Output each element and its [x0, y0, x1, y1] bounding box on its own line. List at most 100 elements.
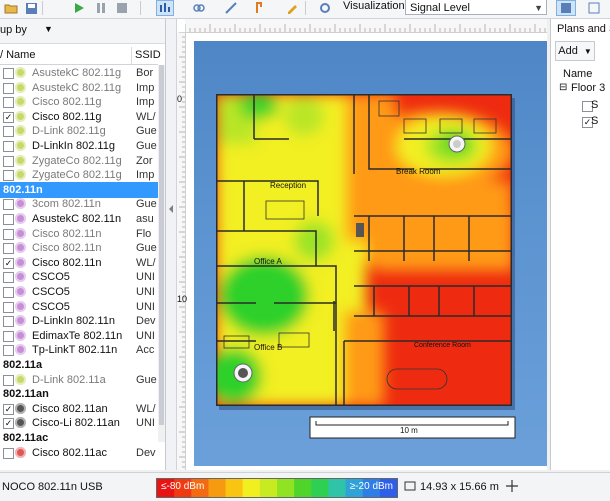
stop-icon[interactable]: [113, 0, 131, 16]
access-point-name: Cisco 802.11n: [32, 227, 102, 240]
access-point-row[interactable]: 3com 802.11n Gue: [0, 196, 158, 212]
access-point-marker-breakroom[interactable]: [448, 135, 466, 153]
visualization-select[interactable]: Signal Level ▼: [405, 0, 547, 15]
row-checkbox[interactable]: [3, 447, 14, 459]
row-checkbox[interactable]: [3, 301, 14, 313]
collapse-icon[interactable]: ⊟: [559, 82, 567, 93]
row-checkbox[interactable]: [3, 374, 14, 386]
tree-item-floor[interactable]: Floor 3: [571, 82, 605, 94]
visualization-value: Signal Level: [410, 2, 470, 14]
access-point-row[interactable]: Cisco 802.11n Gue: [0, 240, 158, 256]
crosshair-icon[interactable]: [505, 479, 519, 496]
access-point-name: D-Link 802.11a: [32, 373, 106, 386]
group-header[interactable]: 802.11an: [0, 386, 158, 402]
access-point-row[interactable]: ✓ Cisco 802.11n WL/: [0, 255, 158, 271]
access-point-row[interactable]: D-LinkIn 802.11g Gue: [0, 138, 158, 154]
row-checkbox[interactable]: [3, 287, 14, 298]
settings-icon[interactable]: [316, 0, 334, 16]
row-checkbox[interactable]: [3, 345, 14, 357]
panel-splitter[interactable]: [166, 19, 177, 470]
row-checkbox[interactable]: [3, 170, 14, 182]
row-checkbox[interactable]: [3, 126, 14, 138]
access-point-row[interactable]: ✓ Cisco 802.11g WL/: [0, 109, 158, 125]
edit-icon[interactable]: [283, 0, 301, 16]
open-folder-icon[interactable]: [2, 0, 20, 16]
access-point-icon: [15, 256, 26, 268]
access-point-row[interactable]: EdimaxTe 802.11n UNI: [0, 328, 158, 344]
access-point-row[interactable]: AsustekC 802.11g Imp: [0, 80, 158, 96]
row-checkbox[interactable]: [3, 68, 14, 79]
floor-plan-canvas[interactable]: 0 10 Reception Break Room Office A Offic…: [177, 19, 547, 470]
play-icon[interactable]: [70, 0, 88, 16]
access-point-row[interactable]: AsustekC 802.11n asu: [0, 211, 158, 227]
plan-item[interactable]: S: [591, 115, 598, 127]
row-checkbox[interactable]: ✓: [3, 418, 14, 430]
legend-band: [225, 479, 244, 497]
row-checkbox[interactable]: ✓: [3, 111, 14, 123]
access-point-marker-officeb[interactable]: [233, 363, 253, 383]
row-checkbox[interactable]: [3, 82, 14, 94]
add-button[interactable]: Add ▼: [555, 41, 595, 61]
row-checkbox[interactable]: [3, 316, 14, 328]
access-point-row[interactable]: Cisco 802.11n Flo: [0, 226, 158, 242]
access-point-row[interactable]: CSCO5 UNI: [0, 299, 158, 315]
panel-icon[interactable]: [585, 0, 603, 16]
access-point-name: 3com 802.11n: [32, 198, 101, 211]
access-point-row[interactable]: Cisco 802.11g Imp: [0, 94, 158, 110]
access-point-row[interactable]: D-Link 802.11a Gue: [0, 372, 158, 388]
access-point-row[interactable]: Cisco 802.11ac Dev: [0, 445, 158, 461]
zone-icon[interactable]: [253, 0, 271, 16]
row-checkbox[interactable]: ✓: [3, 403, 14, 415]
access-point-ssid: Acc: [136, 344, 155, 357]
access-point-icon: [15, 286, 26, 297]
row-checkbox[interactable]: [3, 141, 14, 152]
legend-band: [259, 479, 278, 497]
row-checkbox[interactable]: [3, 330, 14, 342]
row-checkbox[interactable]: [3, 228, 14, 240]
group-by-label: up by: [0, 24, 27, 36]
pause-icon[interactable]: [92, 0, 110, 16]
access-point-ssid: Gue: [136, 373, 157, 386]
access-point-row[interactable]: Tp-LinkT 802.11n Acc: [0, 342, 158, 358]
plan-item[interactable]: S: [591, 99, 598, 111]
row-checkbox[interactable]: [3, 155, 14, 167]
access-point-name: Cisco 802.11n: [32, 242, 102, 255]
access-point-row[interactable]: ZygateCo 802.11g Imp: [0, 167, 158, 183]
access-point-row[interactable]: ✓ Cisco-Li 802.11an UNI: [0, 415, 158, 431]
save-icon[interactable]: [22, 0, 40, 16]
group-header[interactable]: 802.11ac: [0, 430, 158, 446]
row-checkbox[interactable]: ✓: [3, 257, 14, 269]
row-checkbox[interactable]: [3, 272, 14, 284]
access-point-row[interactable]: D-Link 802.11g Gue: [0, 123, 158, 139]
access-point-ssid: Dev: [136, 315, 156, 328]
access-point-ssid: asu: [136, 213, 154, 225]
access-point-icon: [15, 373, 26, 385]
access-point-icon: [15, 329, 26, 341]
access-point-row[interactable]: D-LinkIn 802.11n Dev: [0, 313, 158, 329]
scrollbar-thumb[interactable]: [159, 65, 164, 425]
access-point-row[interactable]: CSCO5 UNI: [0, 284, 158, 300]
column-name-header[interactable]: / Name: [0, 49, 35, 61]
row-checkbox[interactable]: [3, 97, 14, 109]
access-point-ssid: Imp: [136, 96, 155, 109]
row-checkbox[interactable]: [3, 199, 14, 211]
access-point-name: Cisco 802.11an: [32, 402, 108, 415]
measure-icon[interactable]: [222, 0, 240, 16]
access-point-row[interactable]: AsustekC 802.11g Bor: [0, 65, 158, 81]
group-header[interactable]: 802.11a: [0, 357, 158, 373]
chevron-down-icon: ▼: [583, 47, 592, 56]
access-point-row[interactable]: ✓ Cisco 802.11an WL/: [0, 401, 158, 417]
link-icon[interactable]: [190, 0, 208, 16]
column-ssid-header[interactable]: SSID: [135, 49, 161, 61]
group-header[interactable]: 802.11n: [0, 181, 158, 198]
list-scrollbar[interactable]: [158, 65, 165, 442]
survey-mode-icon[interactable]: [156, 0, 174, 16]
access-point-row[interactable]: CSCO5 UNI: [0, 269, 158, 285]
row-checkbox[interactable]: [3, 243, 14, 255]
layers-icon[interactable]: [556, 0, 576, 16]
row-checkbox[interactable]: [3, 214, 14, 225]
plan-drawing-area: Reception Break Room Office A Office B C…: [194, 41, 547, 466]
group-by-dropdown[interactable]: up by ▼: [0, 19, 165, 44]
access-point-ssid: Imp: [136, 169, 155, 182]
access-point-row[interactable]: ZygateCo 802.11g Zor: [0, 153, 158, 169]
